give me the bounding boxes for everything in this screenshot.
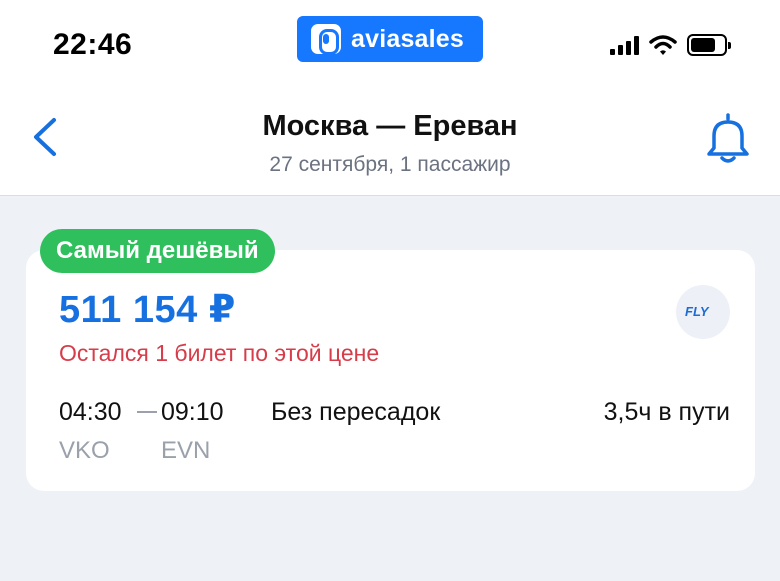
aviasales-logo-icon xyxy=(311,24,341,55)
airline-logo: FLY xyxy=(676,285,730,339)
bell-icon xyxy=(707,113,749,163)
wifi-icon xyxy=(649,35,677,55)
cheapest-badge: Самый дешёвый xyxy=(40,229,275,273)
departure-time: 04:30 xyxy=(59,398,122,426)
flight-duration: 3,5ч в пути xyxy=(603,398,730,426)
route-title: Москва — Ереван xyxy=(262,110,518,142)
departure-airport: VKO xyxy=(59,437,110,464)
status-icons xyxy=(610,34,731,56)
last-ticket-warning: Остался 1 билет по этой цене xyxy=(59,340,380,366)
arrival-time: 09:10 xyxy=(161,398,224,426)
app-name: aviasales xyxy=(351,24,465,53)
airline-logo-text: FLY xyxy=(685,304,709,319)
arrival-airport: EVN xyxy=(161,437,211,464)
route-subtitle: 27 сентября, 1 пассажир xyxy=(269,153,511,176)
subscribe-button[interactable] xyxy=(700,110,756,168)
battery-icon xyxy=(687,34,731,56)
time-separator xyxy=(137,411,157,413)
ticket-price: 511 154 ₽ xyxy=(59,289,236,331)
signal-icon xyxy=(610,35,639,55)
stops-info: Без пересадок xyxy=(271,398,441,426)
app-badge[interactable]: aviasales xyxy=(297,16,483,62)
status-time: 22:46 xyxy=(53,28,133,61)
